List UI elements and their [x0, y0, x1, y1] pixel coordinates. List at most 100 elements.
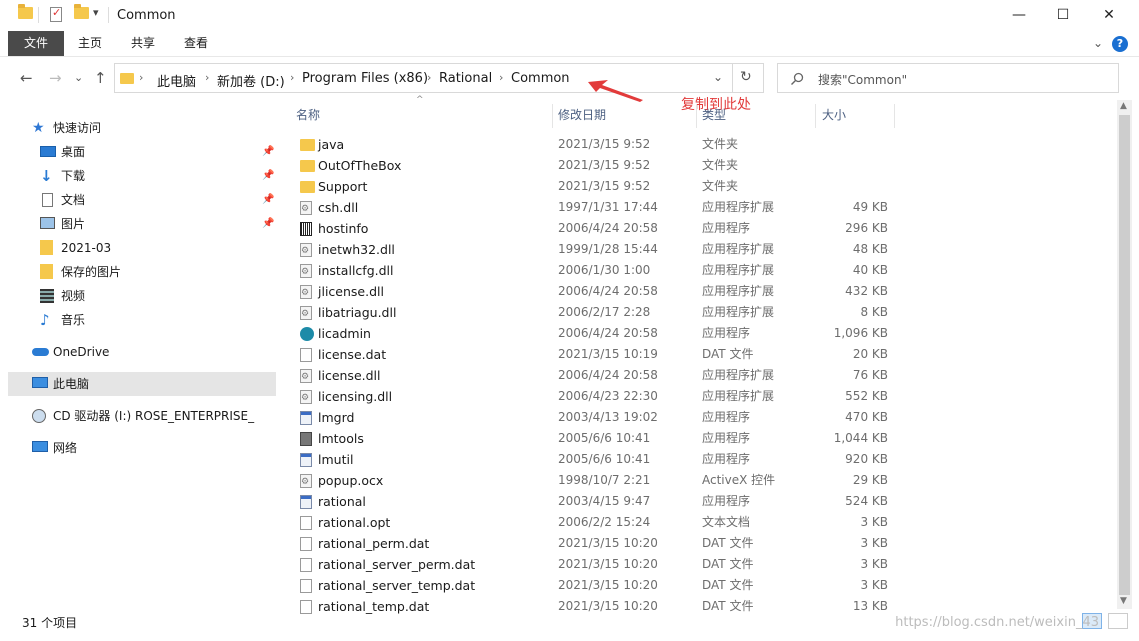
folder-icon: [40, 240, 53, 255]
breadcrumb-item[interactable]: Program Files (x86): [302, 71, 428, 86]
breadcrumb-item[interactable]: Rational: [439, 71, 492, 86]
file-name: libatriagu.dll: [318, 305, 397, 320]
sidebar-item-downloads[interactable]: ↓ 下载 📌: [0, 164, 276, 188]
table-row[interactable]: license.dll 2006/4/24 20:58 应用程序扩展 76 KB: [296, 365, 896, 388]
pin-icon[interactable]: 📌: [262, 140, 274, 164]
pin-icon[interactable]: 📌: [262, 188, 274, 212]
file-name: lmgrd: [318, 410, 355, 425]
file-dll-icon: [300, 388, 312, 409]
minimize-button[interactable]: —: [996, 0, 1042, 31]
sidebar-item-2021-03[interactable]: 2021-03: [0, 236, 276, 260]
file-doc-icon: [300, 348, 312, 362]
file-size: 552 KB: [845, 389, 888, 403]
search-input[interactable]: 搜索"Common": [818, 71, 907, 88]
new-folder-icon[interactable]: [74, 4, 89, 19]
table-row[interactable]: installcfg.dll 2006/1/30 1:00 应用程序扩展 40 KB: [296, 260, 896, 283]
file-dll-icon: [300, 199, 312, 220]
sidebar-item-this-pc[interactable]: 此电脑: [8, 372, 276, 396]
maximize-button[interactable]: ☐: [1040, 0, 1086, 31]
table-row[interactable]: popup.ocx 1998/10/7 2:21 ActiveX 控件 29 KB: [296, 470, 896, 493]
window-title: Common: [117, 8, 176, 23]
table-row[interactable]: licadmin 2006/4/24 20:58 应用程序 1,096 KB: [296, 323, 896, 344]
address-bar[interactable]: › 此电脑 › 新加卷 (D:) › Program Files (x86) ›…: [114, 63, 764, 93]
table-row[interactable]: java 2021/3/15 9:52 文件夹: [296, 134, 896, 155]
table-row[interactable]: rational_server_perm.dat 2021/3/15 10:20 D…: [296, 554, 896, 575]
scroll-down-icon[interactable]: ▼: [1120, 596, 1127, 606]
scroll-up-icon[interactable]: ▲: [1120, 101, 1127, 111]
breadcrumb-item[interactable]: 新加卷 (D:): [217, 71, 285, 90]
column-header-date[interactable]: 修改日期: [558, 104, 606, 128]
file-doc-icon: [300, 516, 312, 530]
file-size: 1,096 KB: [833, 326, 888, 340]
customize-toolbar-icon[interactable]: ▾: [93, 6, 99, 19]
breadcrumb-separator: ›: [427, 71, 432, 84]
file-size: 1,044 KB: [833, 431, 888, 445]
column-header-name[interactable]: 名称: [296, 104, 320, 128]
search-box[interactable]: 搜索"Common": [777, 63, 1119, 93]
column-header-size[interactable]: 大小: [822, 104, 846, 128]
table-row[interactable]: inetwh32.dll 1999/1/28 15:44 应用程序扩展 48 KB: [296, 239, 896, 262]
pin-icon[interactable]: 📌: [262, 212, 274, 236]
table-row[interactable]: hostinfo 2006/4/24 20:58 应用程序 296 KB: [296, 218, 896, 239]
forward-button[interactable]: →: [49, 69, 62, 87]
sidebar-item-onedrive[interactable]: OneDrive: [0, 340, 276, 364]
table-row[interactable]: lmutil 2005/6/6 10:41 应用程序 920 KB: [296, 449, 896, 470]
refresh-button[interactable]: ↻: [740, 69, 752, 85]
properties-icon[interactable]: ✓: [50, 6, 62, 22]
large-icons-view-icon[interactable]: [1108, 613, 1128, 629]
tab-file[interactable]: 文件: [8, 31, 64, 56]
table-row[interactable]: libatriagu.dll 2006/2/17 2:28 应用程序扩展 8 KB: [296, 302, 896, 325]
help-icon[interactable]: ?: [1112, 36, 1128, 52]
scrollbar-thumb[interactable]: [1119, 115, 1130, 595]
sidebar-item-label: OneDrive: [53, 345, 110, 359]
recent-locations-button[interactable]: ⌄: [74, 71, 83, 84]
cloud-icon: [32, 348, 49, 356]
sidebar-item-network[interactable]: 网络: [0, 436, 276, 460]
sidebar-item-desktop[interactable]: 桌面 📌: [0, 140, 276, 164]
sidebar-item-label: 保存的图片: [61, 265, 122, 279]
table-row[interactable]: rational_perm.dat 2021/3/15 10:20 DAT 文件 3 …: [296, 533, 896, 554]
file-name: Support: [318, 179, 368, 194]
column-divider[interactable]: [894, 104, 895, 128]
table-row[interactable]: rational 2003/4/15 9:47 应用程序 524 KB: [296, 491, 896, 512]
sidebar-item-music[interactable]: ♪ 音乐: [0, 308, 276, 332]
sidebar-item-documents[interactable]: 文档 📌: [0, 188, 276, 212]
sidebar-item-videos[interactable]: 视频: [0, 284, 276, 308]
column-divider[interactable]: [815, 104, 816, 128]
tab-view[interactable]: 查看: [178, 31, 214, 56]
breadcrumb-separator: ›: [139, 71, 144, 84]
table-row[interactable]: license.dat 2021/3/15 10:19 DAT 文件 20 KB: [296, 344, 896, 365]
up-button[interactable]: ↑: [94, 69, 107, 87]
breadcrumb-current[interactable]: Common: [511, 71, 570, 86]
tab-share[interactable]: 共享: [125, 31, 161, 56]
column-divider[interactable]: [552, 104, 553, 128]
ribbon-expand-icon[interactable]: ⌄: [1090, 31, 1106, 56]
breadcrumb-separator: ›: [205, 71, 210, 84]
column-header-type[interactable]: 类型: [702, 104, 726, 128]
column-divider[interactable]: [696, 104, 697, 128]
address-dropdown-icon[interactable]: ⌄: [713, 70, 723, 84]
tab-home[interactable]: 主页: [72, 31, 108, 56]
table-row[interactable]: rational.opt 2006/2/2 15:24 文本文档 3 KB: [296, 512, 896, 533]
table-row[interactable]: csh.dll 1997/1/31 17:44 应用程序扩展 49 KB: [296, 197, 896, 220]
sidebar-item-quick-access[interactable]: ★ 快速访问: [0, 116, 276, 140]
ribbon-tabs: 文件 主页 共享 查看 ⌄ ?: [0, 31, 1139, 57]
table-row[interactable]: Support 2021/3/15 9:52 文件夹: [296, 176, 896, 197]
table-row[interactable]: OutOfTheBox 2021/3/15 9:52 文件夹: [296, 155, 896, 176]
file-name: rational_perm.dat: [318, 536, 430, 551]
pin-icon[interactable]: 📌: [262, 164, 274, 188]
file-dll-icon: [300, 283, 312, 304]
table-row[interactable]: lmgrd 2003/4/13 19:02 应用程序 470 KB: [296, 407, 896, 428]
table-row[interactable]: licensing.dll 2006/4/23 22:30 应用程序扩展 552 KB: [296, 386, 896, 409]
sidebar-item-pictures[interactable]: 图片 📌: [0, 212, 276, 236]
file-date: 1998/10/7 2:21: [558, 473, 651, 487]
breadcrumb-item[interactable]: 此电脑: [157, 71, 196, 90]
sidebar-item-label: 桌面: [61, 145, 86, 159]
sidebar-item-cd-drive[interactable]: CD 驱动器 (I:) ROSE_ENTERPRISE_: [0, 404, 276, 428]
back-button[interactable]: ←: [20, 69, 33, 87]
sidebar-item-saved-pictures[interactable]: 保存的图片: [0, 260, 276, 284]
table-row[interactable]: jlicense.dll 2006/4/24 20:58 应用程序扩展 432 KB: [296, 281, 896, 304]
close-button[interactable]: ✕: [1086, 0, 1132, 31]
table-row[interactable]: lmtools 2005/6/6 10:41 应用程序 1,044 KB: [296, 428, 896, 449]
table-row[interactable]: rational_server_temp.dat 2021/3/15 10:20 D…: [296, 575, 896, 596]
